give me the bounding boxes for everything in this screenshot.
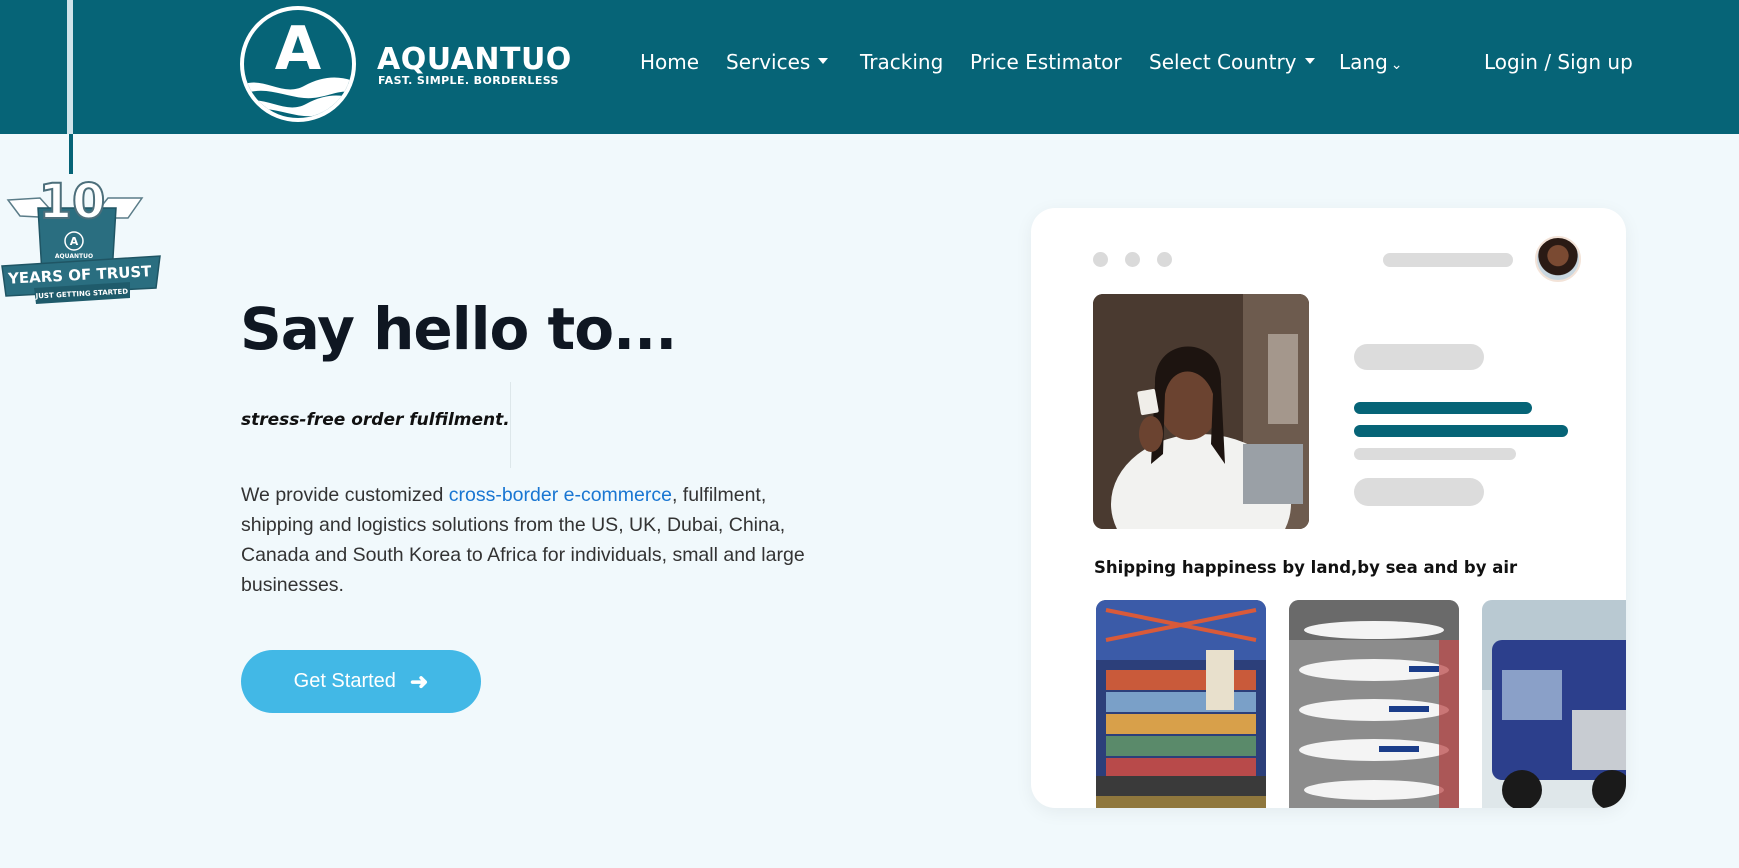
placeholder-bar — [1354, 344, 1484, 370]
caret-down-icon — [1304, 57, 1315, 64]
nav-select-country-label: Select Country — [1149, 50, 1297, 74]
land-transport-photo — [1482, 600, 1626, 808]
nav-login-label: Login / Sign up — [1484, 50, 1633, 74]
air-freight-photo — [1289, 600, 1459, 808]
hero-desc-text: We provide customized — [241, 484, 449, 506]
badge-number: 10 — [39, 174, 106, 230]
sea-shipping-photo — [1096, 600, 1266, 808]
nav-price-estimator-label: Price Estimator — [970, 50, 1122, 74]
window-dot — [1093, 252, 1108, 267]
logo-waves-icon — [244, 77, 352, 117]
nav-services[interactable]: Services — [726, 50, 829, 74]
nav-lang[interactable]: Lang ⌄ — [1339, 50, 1403, 74]
placeholder-bar-accent — [1354, 402, 1532, 414]
brand-logo[interactable]: A AQUANTUO FAST. SIMPLE. BORDERLESS — [240, 6, 571, 124]
nav-home[interactable]: Home — [640, 50, 699, 74]
nav-lang-label: Lang — [1339, 50, 1388, 74]
card-caption: Shipping happiness by land,by sea and by… — [1094, 558, 1518, 577]
placeholder-bar — [1354, 448, 1516, 460]
nav-price-estimator[interactable]: Price Estimator — [970, 50, 1122, 74]
app-mockup-card: Shipping happiness by land,by sea and by… — [1031, 208, 1626, 808]
logo-mark: A — [240, 6, 356, 122]
nav-services-label: Services — [726, 50, 811, 74]
nav-tracking-label: Tracking — [860, 50, 944, 74]
placeholder-bar — [1383, 253, 1513, 267]
hero-subtitle: stress-free order fulfilment. — [241, 410, 510, 430]
window-dot — [1125, 252, 1140, 267]
placeholder-bar — [1354, 478, 1484, 506]
placeholder-bar-accent — [1354, 425, 1568, 437]
nav-select-country[interactable]: Select Country — [1149, 50, 1315, 74]
badge-brand: AQUANTUO — [55, 253, 93, 260]
years-of-trust-badge: 10 A AQUANTUO YEARS OF TRUST JUST GETTIN… — [1, 0, 161, 304]
nav-login[interactable]: Login / Sign up — [1484, 50, 1633, 74]
chevron-down-icon: ⌄ — [1390, 57, 1403, 73]
brand-tagline: FAST. SIMPLE. BORDERLESS — [378, 74, 559, 87]
text-cursor — [510, 382, 511, 468]
get-started-button[interactable]: Get Started ➜ — [241, 650, 481, 713]
svg-text:A: A — [70, 235, 79, 248]
caret-down-icon — [818, 57, 829, 64]
avatar — [1535, 236, 1581, 282]
nav-home-label: Home — [640, 50, 700, 74]
brand-name: AQUANTUO — [377, 42, 572, 77]
photo-illustration — [1093, 294, 1309, 529]
cross-border-link[interactable]: cross-border e-commerce — [449, 484, 672, 506]
woman-with-card-photo — [1093, 294, 1309, 529]
site-header: A AQUANTUO FAST. SIMPLE. BORDERLESS Home… — [0, 0, 1739, 134]
nav-tracking[interactable]: Tracking — [860, 50, 943, 74]
hero-title: Say hello to... — [240, 295, 677, 363]
arrow-right-icon: ➜ — [409, 668, 429, 694]
hero-description: We provide customized cross-border e-com… — [241, 480, 841, 600]
window-dot — [1157, 252, 1172, 267]
get-started-label: Get Started — [293, 670, 396, 692]
